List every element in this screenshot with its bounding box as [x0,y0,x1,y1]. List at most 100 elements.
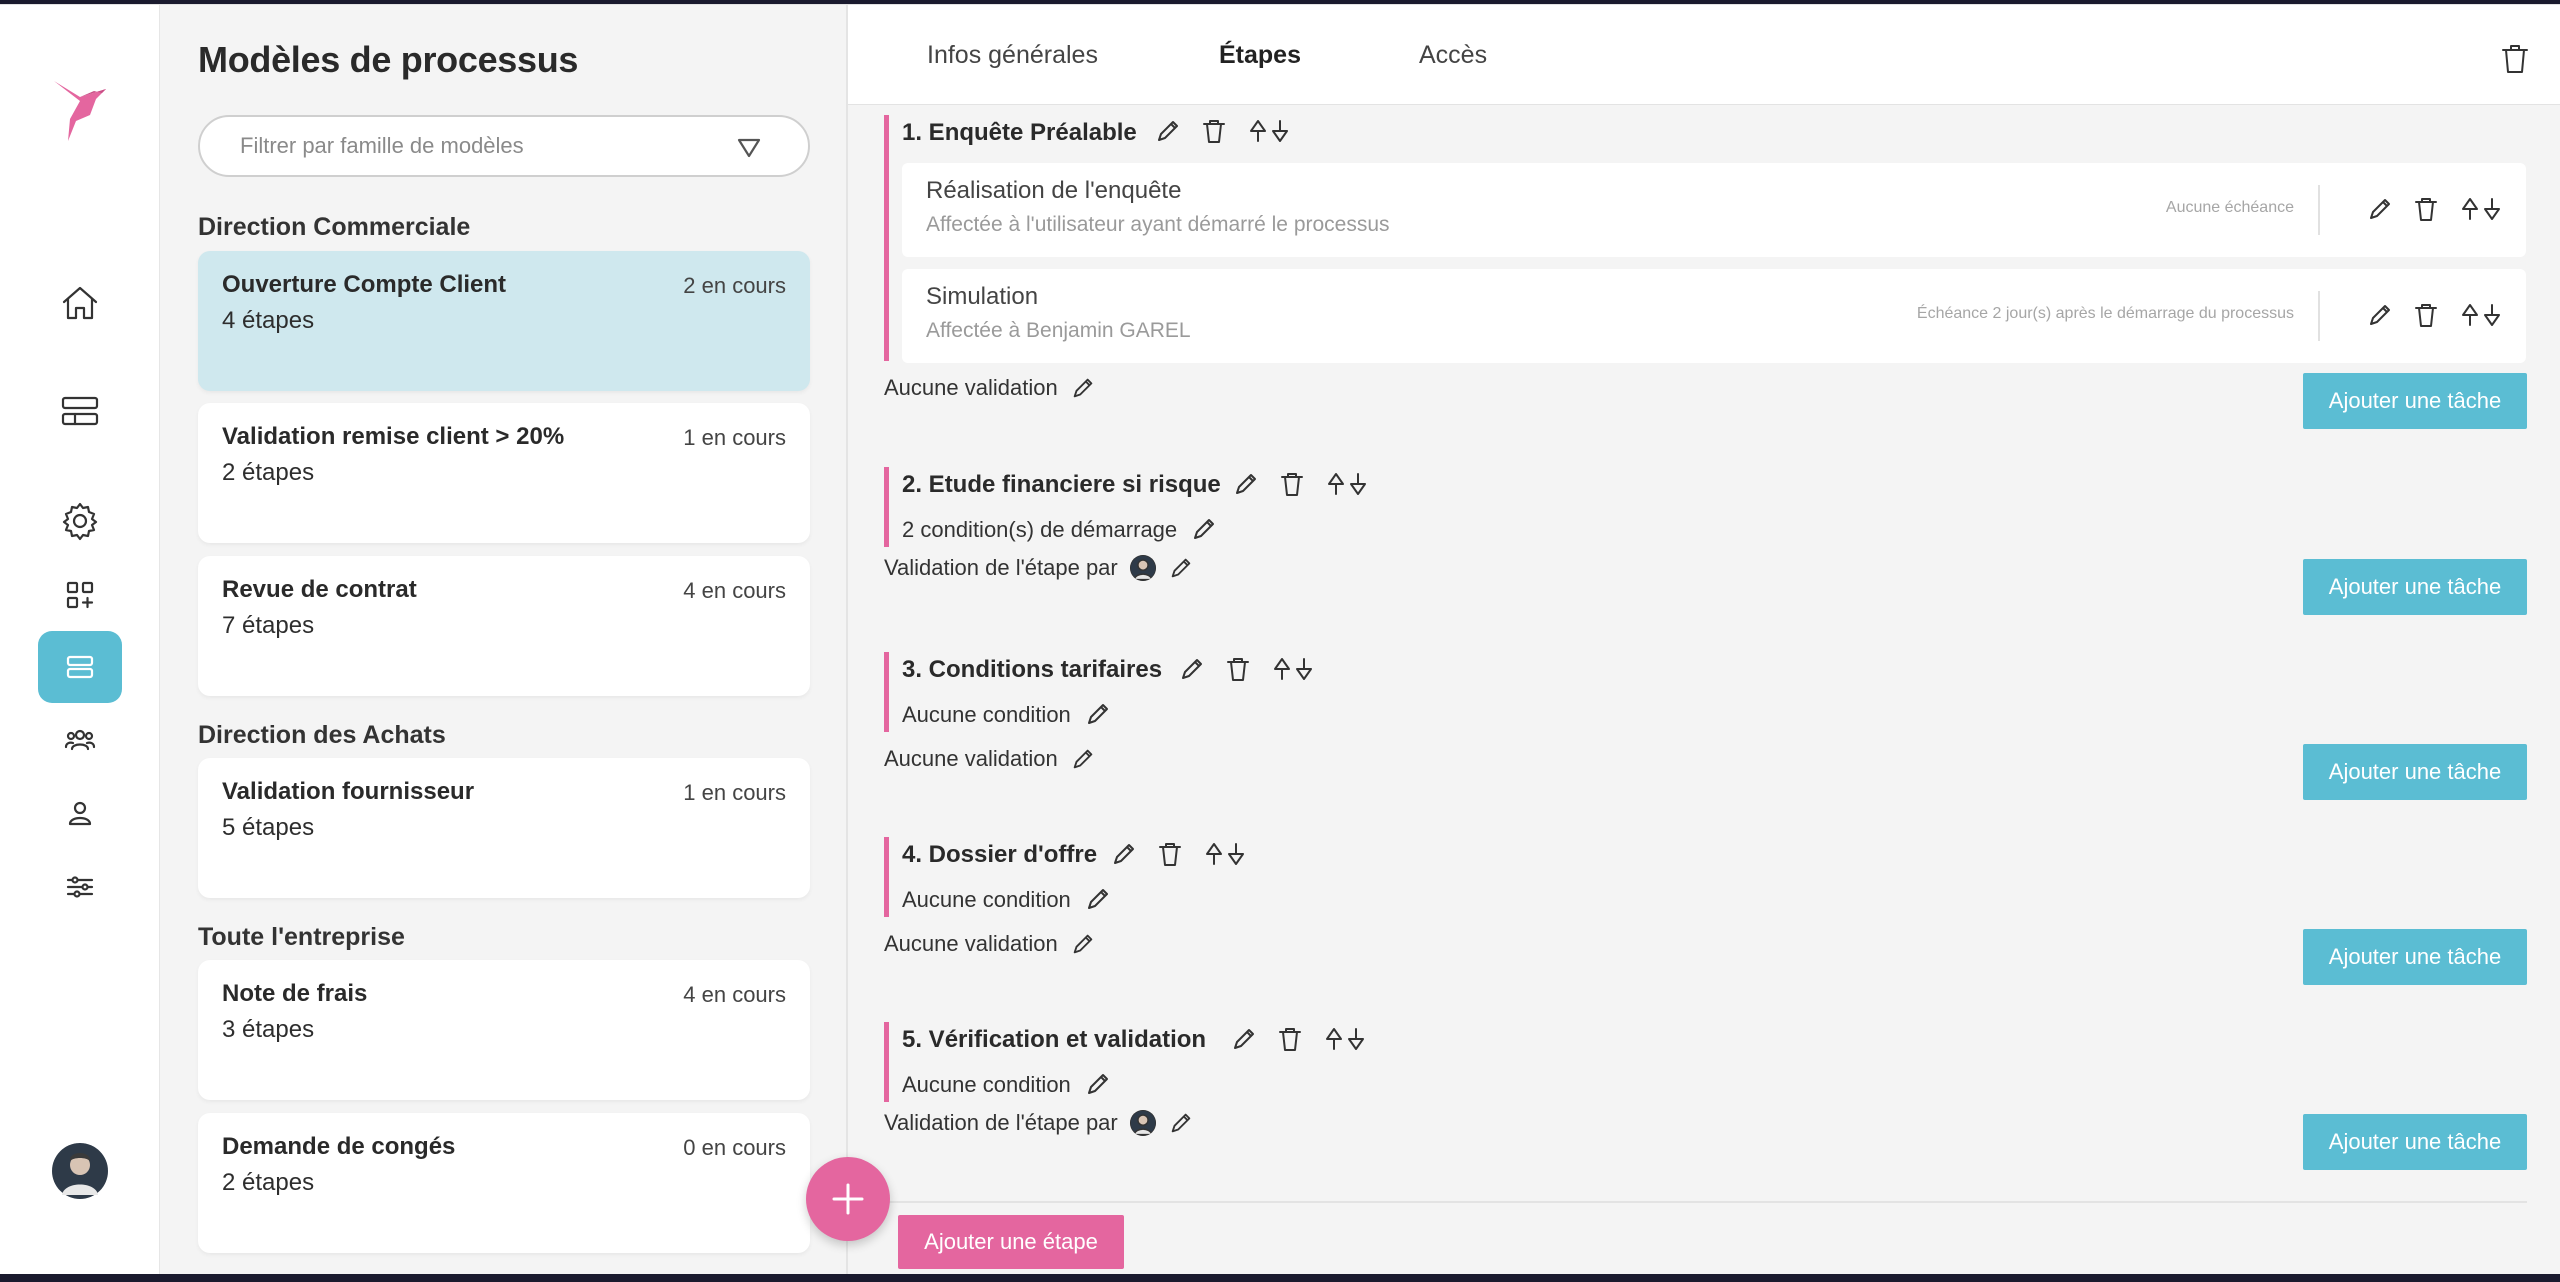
validation-label: Validation de l'étape par [884,1110,1118,1135]
move-up-down-icon[interactable] [1322,1025,1368,1053]
rail-process-models[interactable] [38,631,122,703]
rail-layout[interactable] [38,375,122,447]
app-window: Modèles de processus Filtrer par famille… [0,4,2560,1274]
edit-pencil-icon[interactable] [2366,301,2394,329]
model-count: 1 en cours [683,425,786,450]
model-card-ouverture-compte[interactable]: Ouverture Compte Client 4 étapes 2 en co… [198,251,810,391]
edit-pencil-icon[interactable] [1084,700,1112,728]
model-card-revue-contrat[interactable]: Revue de contrat 7 étapes 4 en cours [198,556,810,696]
process-models-icon [66,655,94,679]
add-step-button[interactable]: Ajouter une étape [898,1215,1124,1269]
edit-pencil-icon[interactable] [1084,885,1112,913]
rail-teams[interactable] [38,703,122,775]
move-up-down-icon[interactable] [1246,117,1292,145]
delete-trash-icon[interactable] [1224,655,1252,683]
move-up-down-icon[interactable] [1202,840,1248,868]
step-validation: Validation de l'étape par [884,555,1194,581]
validation-label: Validation de l'étape par [884,555,1118,580]
validator-avatar[interactable] [1129,555,1156,581]
move-up-down-icon[interactable] [1324,470,1370,498]
rail-settings[interactable] [38,485,122,557]
task-due: Aucune échéance [2165,199,2294,216]
bird-logo-icon[interactable] [50,75,110,143]
tab-steps[interactable]: Étapes [1219,41,1301,70]
home-icon [62,286,98,320]
edit-pencil-icon[interactable] [1070,746,1096,772]
model-name: Demande de congés [222,1133,456,1160]
model-card-note-de-frais[interactable]: Note de frais 3 étapes 4 en cours [198,960,810,1100]
rail-home[interactable] [38,267,122,339]
move-up-down-icon[interactable] [2458,195,2504,223]
task-card-1[interactable]: Réalisation de l'enquête Affectée à l'ut… [902,163,2526,257]
edit-pencil-icon[interactable] [1070,375,1096,401]
plus-icon [832,1183,864,1215]
delete-trash-icon[interactable] [2412,301,2440,329]
add-model-fab[interactable] [806,1157,890,1241]
model-count: 2 en cours [683,273,786,298]
validation-label: Aucune validation [884,746,1058,771]
edit-pencil-icon[interactable] [1110,840,1138,868]
edit-pencil-icon[interactable] [1168,555,1194,581]
delete-trash-icon[interactable] [2412,195,2440,223]
model-card-validation-remise[interactable]: Validation remise client > 20% 2 étapes … [198,403,810,543]
model-count: 0 en cours [683,1135,786,1160]
model-card-demande-conges[interactable]: Demande de congés 2 étapes 0 en cours [198,1113,810,1253]
edit-pencil-icon[interactable] [1190,515,1218,543]
step-title: 1. Enquête Préalable [902,119,1137,146]
tab-access[interactable]: Accès [1419,41,1487,70]
condition-actions [1190,515,1218,543]
divider [2318,291,2320,341]
task-name: Simulation [926,283,1039,310]
edit-pencil-icon[interactable] [1232,470,1260,498]
model-card-validation-fournisseur[interactable]: Validation fournisseur 5 étapes 1 en cou… [198,758,810,898]
edit-pencil-icon[interactable] [1178,655,1206,683]
step-actions [1230,1025,1368,1053]
step-validation: Aucune validation [884,375,1096,401]
step-accent-bar [884,837,889,917]
rail-profile[interactable] [38,777,122,849]
page-title: Modèles de processus [198,39,579,80]
users-group-icon [64,729,96,751]
filter-placeholder: Filtrer par famille de modèles [240,133,524,158]
delete-model-trash-icon[interactable] [2500,43,2530,75]
validation-label: Aucune validation [884,931,1058,956]
validator-avatar[interactable] [1129,1110,1156,1136]
move-up-down-icon[interactable] [1270,655,1316,683]
condition-actions [1084,885,1112,913]
task-actions [2366,301,2504,329]
add-task-button[interactable]: Ajouter une tâche [2303,1114,2527,1170]
add-task-button[interactable]: Ajouter une tâche [2303,559,2527,615]
step-accent-bar [884,1022,889,1102]
edit-pencil-icon[interactable] [1154,117,1182,145]
rail-preferences[interactable] [38,851,122,923]
family-filter-select[interactable]: Filtrer par famille de modèles [198,115,810,177]
delete-trash-icon[interactable] [1278,470,1306,498]
add-task-button[interactable]: Ajouter une tâche [2303,744,2527,800]
edit-pencil-icon[interactable] [2366,195,2394,223]
edit-pencil-icon[interactable] [1168,1110,1194,1136]
move-up-down-icon[interactable] [2458,301,2504,329]
model-name: Validation fournisseur [222,778,475,805]
gear-icon [62,502,98,541]
tab-general-info[interactable]: Infos générales [927,41,1098,70]
step-title: 2. Etude financiere si risque [902,471,1221,498]
group-title: Direction des Achats [198,721,446,749]
step-actions [1178,655,1316,683]
user-avatar[interactable] [52,1143,108,1199]
edit-pencil-icon[interactable] [1230,1025,1258,1053]
step-accent-bar [884,652,889,732]
add-task-button[interactable]: Ajouter une tâche [2303,929,2527,985]
condition-actions [1084,1070,1112,1098]
delete-trash-icon[interactable] [1156,840,1184,868]
task-card-2[interactable]: Simulation Affectée à Benjamin GAREL Éch… [902,269,2526,363]
rail-apps[interactable] [38,559,122,631]
delete-trash-icon[interactable] [1276,1025,1304,1053]
add-task-button[interactable]: Ajouter une tâche [2303,373,2527,429]
edit-pencil-icon[interactable] [1084,1070,1112,1098]
delete-trash-icon[interactable] [1200,117,1228,145]
edit-pencil-icon[interactable] [1070,931,1096,957]
divider [2318,185,2320,235]
step-accent-bar [884,467,889,547]
model-name: Note de frais [222,980,368,1007]
process-model-list: Modèles de processus Filtrer par famille… [160,5,848,1274]
